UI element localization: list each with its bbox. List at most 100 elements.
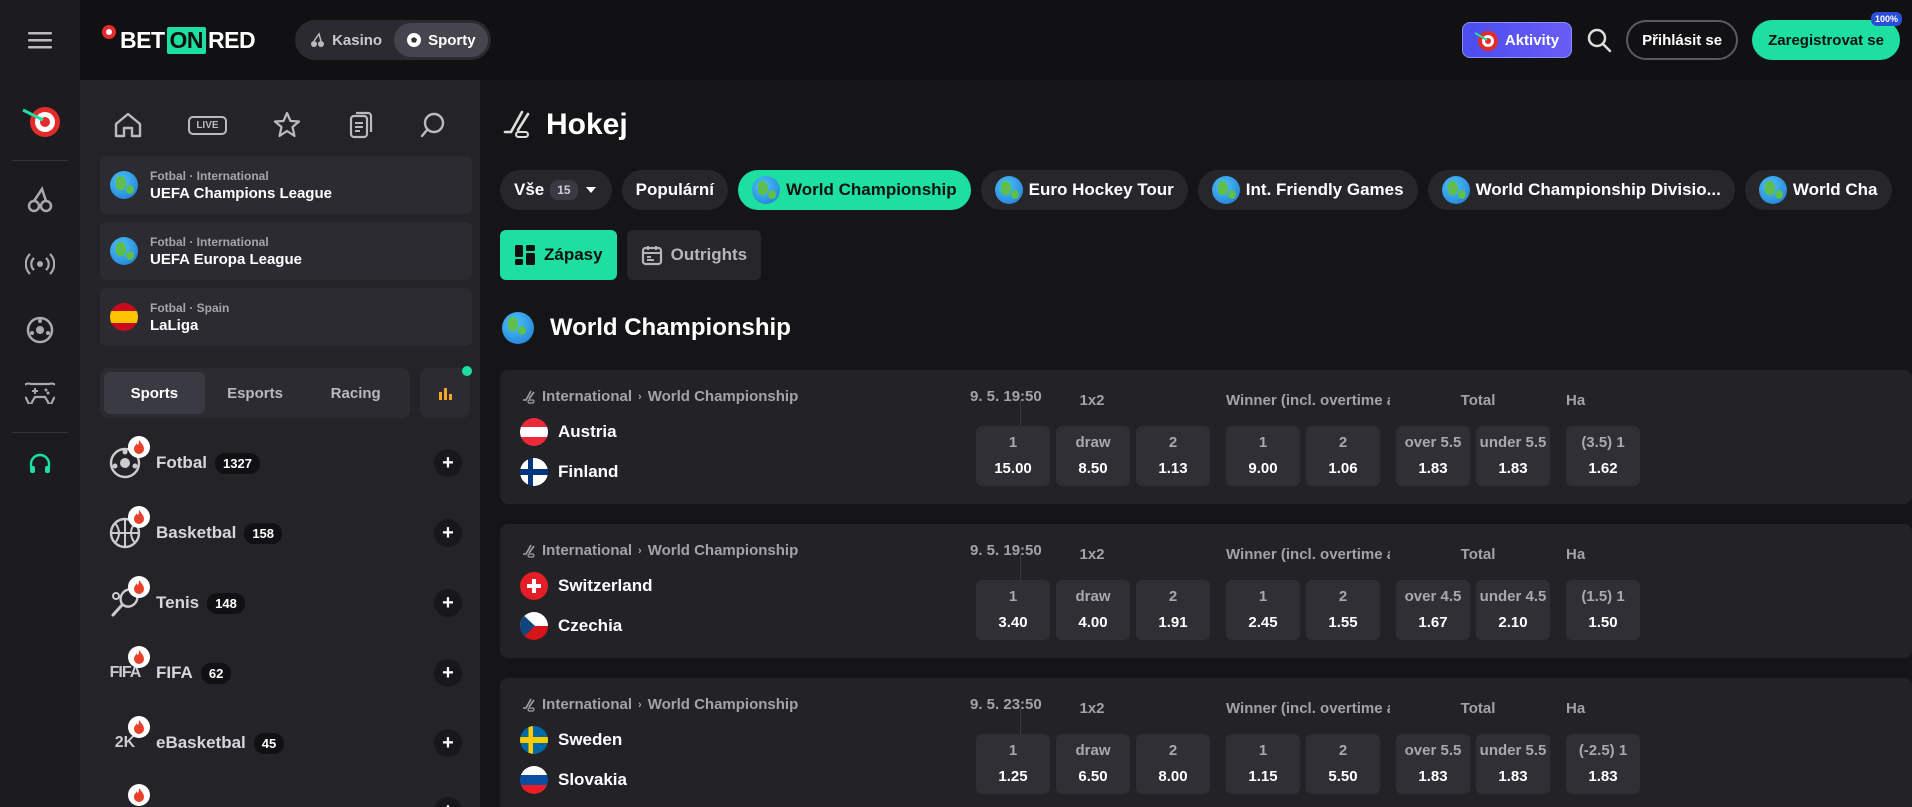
odds-button[interactable]: 1 1.25 [976, 734, 1050, 794]
odds-button[interactable]: 2 5.50 [1306, 734, 1380, 794]
odds-button[interactable]: 1 1.15 [1226, 734, 1300, 794]
team-home[interactable]: Austria [520, 418, 617, 446]
sport-item-fifa[interactable]: FIFA FIFA 62 + [100, 646, 472, 698]
match-card[interactable]: International › World Championship 9. 5. 23… [500, 678, 1912, 807]
betslip-icon[interactable] [348, 110, 374, 140]
odds-button[interactable]: 1 15.00 [976, 426, 1050, 486]
league-sport: Fotbal · Spain [150, 300, 230, 315]
market-header: Ha [1566, 392, 1586, 409]
chip-label: Populární [635, 180, 715, 199]
breadcrumb-separator-icon: › [638, 390, 642, 403]
search-icon[interactable] [1586, 27, 1612, 53]
rail-sports[interactable] [0, 316, 80, 344]
odds-button[interactable]: 2 1.91 [1136, 580, 1210, 640]
odds-button[interactable]: over 4.5 1.67 [1396, 580, 1470, 640]
tab-outrights[interactable]: Outrights [626, 230, 762, 280]
tab-label: Zápasy [544, 245, 603, 264]
team-away[interactable]: Czechia [520, 612, 622, 640]
chip-label: World Cha [1792, 180, 1878, 199]
sport-item-tenis[interactable]: Tenis 148 + [100, 576, 472, 628]
odds-button[interactable]: 2 1.55 [1306, 580, 1380, 640]
search-icon[interactable] [419, 111, 447, 139]
tab-racing[interactable]: Racing [305, 372, 406, 414]
rail-esports[interactable] [0, 382, 80, 404]
section-title: World Championship [502, 312, 791, 344]
menu-button[interactable] [0, 0, 80, 80]
odds-button[interactable]: draw 8.50 [1056, 426, 1130, 486]
logo-dart-icon [102, 25, 116, 39]
league-item[interactable]: Fotbal · International UEFA Europa League [100, 222, 472, 280]
odds-button[interactable]: 2 1.06 [1306, 426, 1380, 486]
team-home[interactable]: Sweden [520, 726, 622, 754]
expand-plus-icon[interactable]: + [434, 519, 462, 547]
odds-value: 9.00 [1248, 460, 1278, 477]
live-icon[interactable]: LIVE [188, 115, 227, 135]
chip-all[interactable]: Vše 15 [500, 170, 612, 210]
tab-matches[interactable]: Zápasy [500, 230, 617, 280]
odds-button[interactable]: 1 9.00 [1226, 426, 1300, 486]
odds-button[interactable]: draw 6.50 [1056, 734, 1130, 794]
odds-button[interactable]: 2 8.00 [1136, 734, 1210, 794]
odds-button[interactable]: under 5.5 1.83 [1476, 426, 1550, 486]
stats-button[interactable] [420, 366, 472, 418]
aktivity-button[interactable]: Aktivity [1461, 22, 1573, 58]
chip-int-friendly[interactable]: Int. Friendly Games [1197, 170, 1418, 210]
chip-popular[interactable]: Populární [621, 170, 729, 210]
sport-count: 1327 [215, 452, 260, 474]
login-button[interactable]: Přihlásit se [1626, 20, 1739, 60]
expand-plus-icon[interactable]: + [434, 449, 462, 477]
match-card[interactable]: International › World Championship 9. 5. 19… [500, 524, 1912, 658]
odds-value: 1.13 [1158, 460, 1188, 477]
expand-plus-icon[interactable]: + [434, 797, 462, 807]
sport-item-ebasketbal[interactable]: 2K eBasketbal 45 + [100, 716, 472, 768]
market-header: Ha [1566, 546, 1586, 563]
odds-button[interactable]: draw 4.00 [1056, 580, 1130, 640]
odds-button[interactable]: under 5.5 1.83 [1476, 734, 1550, 794]
star-icon[interactable] [272, 110, 302, 140]
tab-sports[interactable]: Sports [104, 372, 205, 414]
sport-item-partial[interactable]: + [100, 784, 472, 807]
brand-logo[interactable]: BET ON RED [100, 25, 256, 54]
odds-label: draw [1075, 434, 1111, 451]
chip-wc-division[interactable]: World Championship Divisio... [1427, 170, 1735, 210]
odds-value: 1.83 [1418, 460, 1448, 477]
odds-button[interactable]: 1 3.40 [976, 580, 1050, 640]
sport-item-fotbal[interactable]: Fotbal 1327 + [100, 436, 472, 488]
odds-button[interactable]: over 5.5 1.83 [1396, 426, 1470, 486]
odds-button[interactable]: under 4.5 2.10 [1476, 580, 1550, 640]
league-item[interactable]: Fotbal · Spain LaLiga [100, 288, 472, 346]
league-item[interactable]: Fotbal · International UEFA Champions Lea… [100, 156, 472, 214]
chip-label: Int. Friendly Games [1245, 180, 1404, 199]
team-home[interactable]: Switzerland [520, 572, 652, 600]
odds-button[interactable]: (-2.5) 1 1.83 [1566, 734, 1640, 794]
expand-plus-icon[interactable]: + [434, 659, 462, 687]
odds-button[interactable]: (3.5) 1 1.62 [1566, 426, 1640, 486]
rail-live[interactable] [0, 252, 80, 276]
odds-button[interactable]: (1.5) 1 1.50 [1566, 580, 1640, 640]
match-meta: International › World Championship [522, 542, 798, 559]
match-meta: International › World Championship [522, 696, 798, 713]
register-button[interactable]: Zaregistrovat se 100% [1752, 12, 1902, 60]
rail-casino[interactable] [0, 186, 80, 214]
odds-button[interactable]: 2 1.13 [1136, 426, 1210, 486]
expand-plus-icon[interactable]: + [434, 729, 462, 757]
odds-button[interactable]: over 5.5 1.83 [1396, 734, 1470, 794]
globe-icon [752, 176, 781, 204]
team-away[interactable]: Slovakia [520, 766, 627, 794]
odds-value: 1.83 [1498, 768, 1528, 785]
chip-world-championship[interactable]: World Championship [738, 170, 971, 210]
tab-esports[interactable]: Esports [205, 372, 306, 414]
sport-count: 45 [253, 732, 285, 754]
team-away[interactable]: Finland [520, 458, 618, 486]
rail-activity[interactable] [0, 100, 80, 140]
chip-euro-hockey-tour[interactable]: Euro Hockey Tour [980, 170, 1188, 210]
chip-wc-more[interactable]: World Cha [1744, 170, 1892, 210]
sport-item-basketbal[interactable]: Basketbal 158 + [100, 506, 472, 558]
mode-sports[interactable]: Sporty [394, 23, 488, 57]
odds-button[interactable]: 1 2.45 [1226, 580, 1300, 640]
expand-plus-icon[interactable]: + [434, 589, 462, 617]
match-card[interactable]: International › World Championship 9. 5. 19… [500, 370, 1912, 504]
mode-casino[interactable]: Kasino [298, 23, 394, 57]
home-icon[interactable] [113, 111, 143, 139]
rail-support[interactable] [0, 452, 80, 478]
